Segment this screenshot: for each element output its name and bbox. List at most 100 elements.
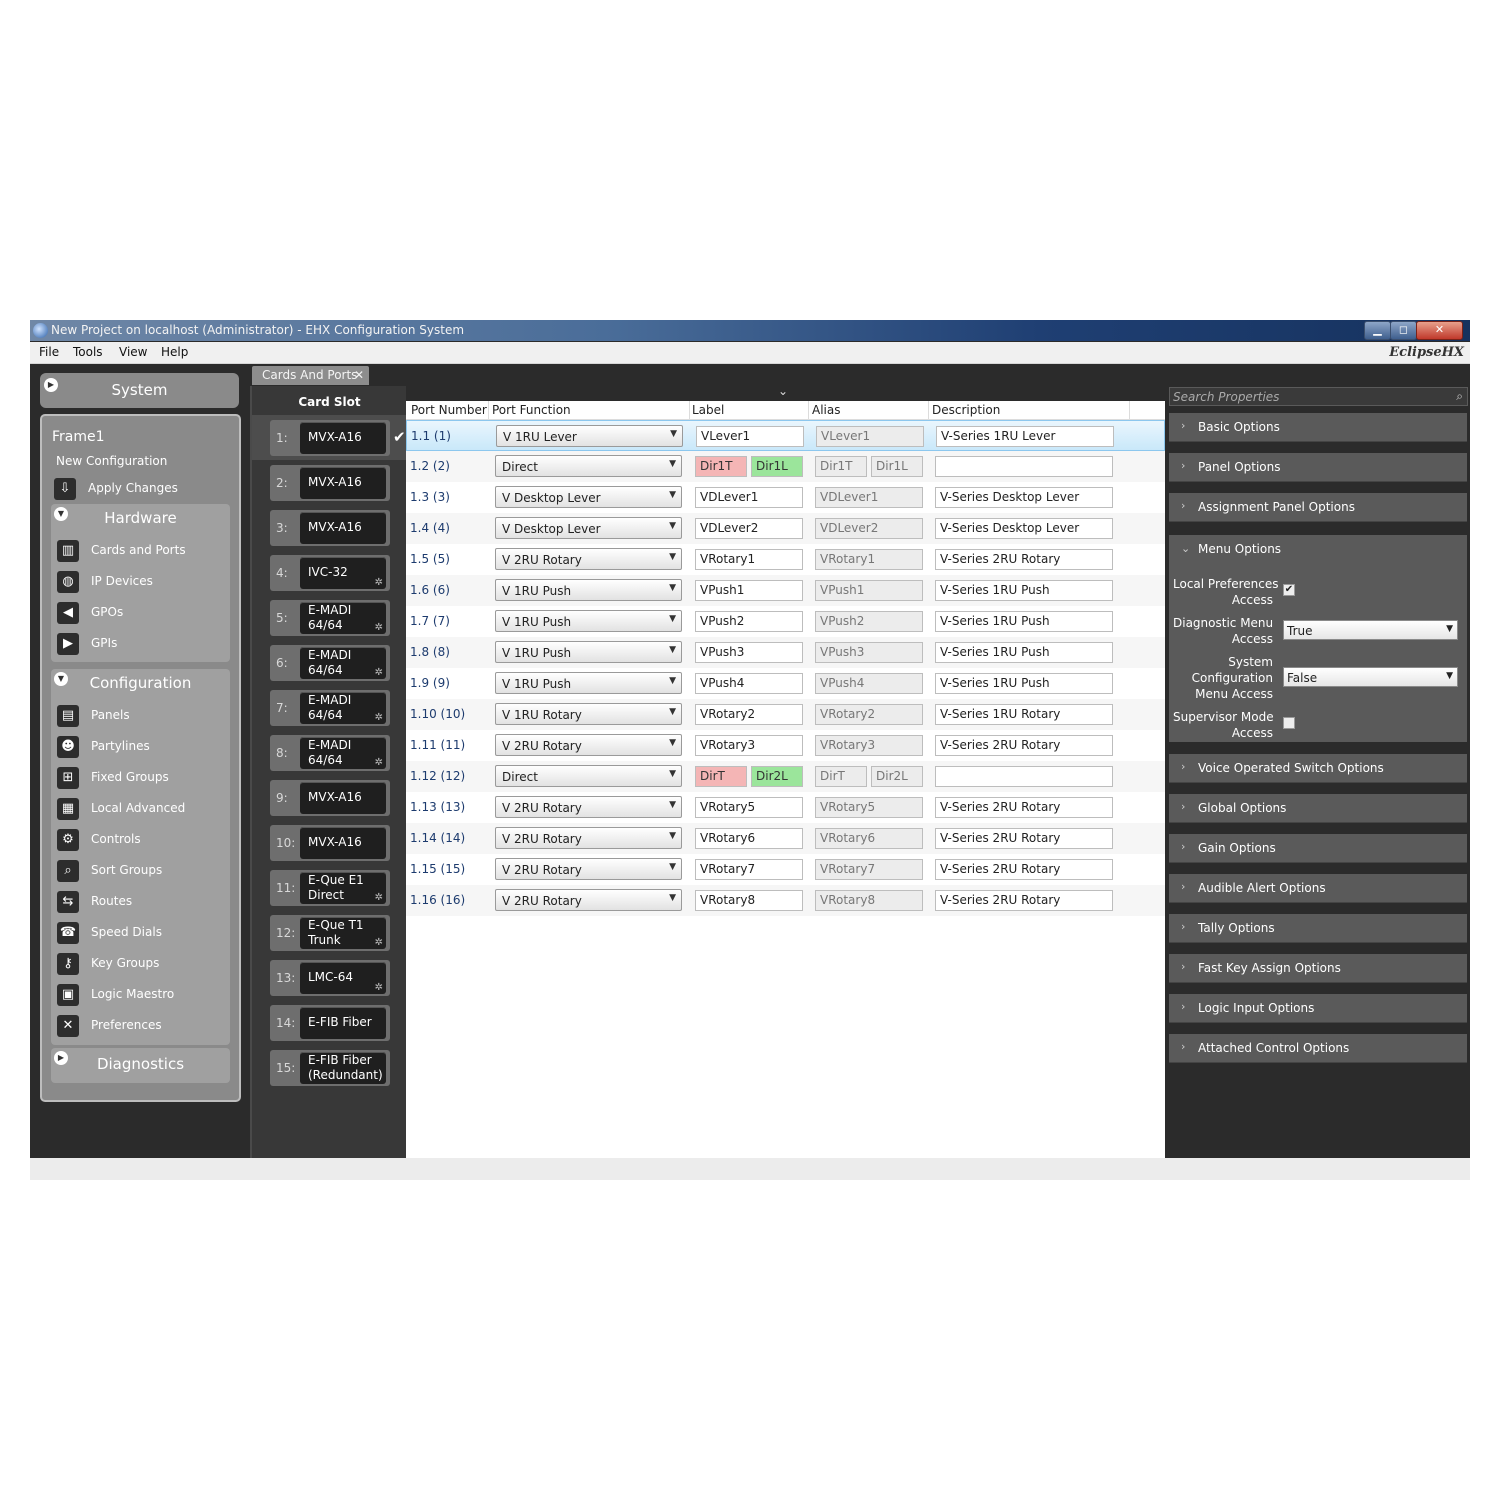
card-button[interactable]: MVX-A16	[300, 512, 386, 544]
apply-changes-button[interactable]: ⇩ Apply Changes	[54, 478, 234, 500]
description-field[interactable]: V-Series 2RU Rotary	[935, 549, 1113, 570]
table-row[interactable]: 1.15 (15) V 2RU Rotary ▼ VRotary7 VRotary7 V-…	[406, 854, 1165, 885]
card-button[interactable]: E-Que E1 Direct ✲	[300, 872, 386, 904]
label-field[interactable]: VPush2	[695, 611, 803, 632]
label-field[interactable]: VRotary8	[695, 890, 803, 911]
card-slot-3[interactable]: 3: MVX-A16	[270, 510, 390, 546]
card-button[interactable]: E-MADI 64/64 ✲	[300, 692, 386, 724]
supervisor-mode-checkbox[interactable]	[1283, 717, 1295, 729]
description-field[interactable]: V-Series 1RU Push	[935, 673, 1113, 694]
description-field[interactable]: V-Series 1RU Push	[935, 611, 1113, 632]
property-section[interactable]: › Voice Operated Switch Options	[1169, 754, 1467, 783]
property-section[interactable]: › Gain Options	[1169, 834, 1467, 863]
menu-help[interactable]: Help	[161, 345, 188, 359]
card-slot-6[interactable]: 6: E-MADI 64/64 ✲	[270, 645, 390, 681]
nav-item-ip-devices[interactable]: ◍ IP Devices	[57, 569, 227, 597]
gear-icon[interactable]: ✲	[375, 982, 383, 993]
label-field[interactable]: VDLever2	[695, 518, 803, 539]
table-row[interactable]: 1.12 (12) Direct ▼ DirT Dir2L DirT Dir2L	[406, 761, 1165, 792]
table-row[interactable]: 1.2 (2) Direct ▼ Dir1T Dir1L Dir1T Dir1L	[406, 451, 1165, 482]
card-slot-13[interactable]: 13: LMC-64 ✲	[270, 960, 390, 996]
label-field[interactable]: VRotary2	[695, 704, 803, 725]
gear-icon[interactable]: ✲	[375, 712, 383, 723]
description-field[interactable]: V-Series 1RU Lever	[936, 426, 1114, 447]
port-function-dropdown[interactable]: V 2RU Rotary ▼	[495, 796, 682, 818]
nav-item-partylines[interactable]: ☻ Partylines	[57, 734, 227, 762]
nav-item-speed-dials[interactable]: ☎ Speed Dials	[57, 920, 227, 948]
card-slot-10[interactable]: 10: MVX-A16	[270, 825, 390, 861]
card-button[interactable]: E-FIB Fiber	[300, 1007, 386, 1039]
label-field[interactable]: VLever1	[696, 426, 804, 447]
label-talk-field[interactable]: Dir1T	[695, 456, 747, 477]
col-alias[interactable]: Alias	[812, 403, 840, 417]
description-field[interactable]: V-Series 2RU Rotary	[935, 735, 1113, 756]
table-row[interactable]: 1.14 (14) V 2RU Rotary ▼ VRotary6 VRotary6 V-…	[406, 823, 1165, 854]
chevron-down-icon[interactable]: ⌄	[778, 384, 788, 398]
table-row[interactable]: 1.7 (7) V 1RU Push ▼ VPush2 VPush2 V-Series 1…	[406, 606, 1165, 637]
card-slot-14[interactable]: 14: E-FIB Fiber	[270, 1005, 390, 1041]
tab-cards-and-ports[interactable]: Cards And Ports ✕	[252, 366, 369, 385]
diagnostic-menu-dropdown[interactable]: True ▼	[1283, 620, 1458, 640]
menu-view[interactable]: View	[119, 345, 147, 359]
description-field[interactable]	[935, 766, 1113, 787]
port-function-dropdown[interactable]: V 2RU Rotary ▼	[495, 734, 682, 756]
property-section[interactable]: › Global Options	[1169, 794, 1467, 823]
nav-item-cards-and-ports[interactable]: ▥ Cards and Ports	[57, 538, 227, 566]
description-field[interactable]: V-Series 1RU Rotary	[935, 704, 1113, 725]
gear-icon[interactable]: ✲	[375, 622, 383, 633]
gear-icon[interactable]: ✲	[375, 577, 383, 588]
gear-icon[interactable]: ✲	[375, 892, 383, 903]
hardware-header[interactable]: ▼ Hardware	[51, 504, 230, 532]
nav-item-logic-maestro[interactable]: ▣ Logic Maestro	[57, 982, 227, 1010]
label-field[interactable]: VRotary6	[695, 828, 803, 849]
system-configuration-dropdown[interactable]: False ▼	[1283, 667, 1458, 687]
property-section[interactable]: › Attached Control Options	[1169, 1034, 1467, 1063]
card-button[interactable]: E-Que T1 Trunk ✲	[300, 917, 386, 949]
diagnostics-header[interactable]: ▶ Diagnostics	[51, 1048, 230, 1083]
section-title[interactable]: Menu Options	[1198, 542, 1281, 556]
nav-item-fixed-groups[interactable]: ⊞ Fixed Groups	[57, 765, 227, 793]
card-slot-4[interactable]: 4: IVC-32 ✲	[270, 555, 390, 591]
maximize-button[interactable]: ◻	[1390, 321, 1417, 340]
property-section[interactable]: › Logic Input Options	[1169, 994, 1467, 1023]
table-row[interactable]: 1.4 (4) V Desktop Lever ▼ VDLever2 VDLever2 V…	[406, 513, 1165, 544]
nav-item-panels[interactable]: ▤ Panels	[57, 703, 227, 731]
gear-icon[interactable]: ✲	[375, 757, 383, 768]
property-section[interactable]: › Basic Options	[1169, 413, 1467, 442]
card-slot-7[interactable]: 7: E-MADI 64/64 ✲	[270, 690, 390, 726]
card-button[interactable]: E-MADI 64/64 ✲	[300, 647, 386, 679]
nav-item-local-advanced[interactable]: ▦ Local Advanced	[57, 796, 227, 824]
nav-item-gpis[interactable]: ▶ GPIs	[57, 631, 227, 659]
label-field[interactable]: VRotary7	[695, 859, 803, 880]
table-row[interactable]: 1.6 (6) V 1RU Push ▼ VPush1 VPush1 V-Series 1…	[406, 575, 1165, 606]
port-function-dropdown[interactable]: V 1RU Lever ▼	[496, 425, 683, 447]
card-button[interactable]: MVX-A16	[300, 422, 386, 454]
card-button[interactable]: LMC-64 ✲	[300, 962, 386, 994]
system-header[interactable]: ▶ System	[40, 373, 239, 408]
table-row[interactable]: 1.9 (9) V 1RU Push ▼ VPush4 VPush4 V-Series 1…	[406, 668, 1165, 699]
port-function-dropdown[interactable]: V Desktop Lever ▼	[495, 517, 682, 539]
port-function-dropdown[interactable]: V 1RU Push ▼	[495, 672, 682, 694]
card-button[interactable]: MVX-A16	[300, 782, 386, 814]
configuration-header[interactable]: ▼ Configuration	[51, 669, 230, 697]
port-function-dropdown[interactable]: V Desktop Lever ▼	[495, 486, 682, 508]
menu-file[interactable]: File	[39, 345, 59, 359]
port-function-dropdown[interactable]: V 1RU Push ▼	[495, 610, 682, 632]
nav-item-key-groups[interactable]: ⚷ Key Groups	[57, 951, 227, 979]
label-field[interactable]: VPush1	[695, 580, 803, 601]
port-function-dropdown[interactable]: V 2RU Rotary ▼	[495, 858, 682, 880]
port-function-dropdown[interactable]: V 1RU Rotary ▼	[495, 703, 682, 725]
label-field[interactable]: VRotary1	[695, 549, 803, 570]
label-listen-field[interactable]: Dir1L	[751, 456, 803, 477]
description-field[interactable]: V-Series 2RU Rotary	[935, 859, 1113, 880]
property-section[interactable]: › Audible Alert Options	[1169, 874, 1467, 903]
menu-tools[interactable]: Tools	[73, 345, 103, 359]
description-field[interactable]: V-Series Desktop Lever	[935, 487, 1113, 508]
card-slot-8[interactable]: 8: E-MADI 64/64 ✲	[270, 735, 390, 771]
description-field[interactable]: V-Series 2RU Rotary	[935, 828, 1113, 849]
label-field[interactable]: VRotary3	[695, 735, 803, 756]
label-field[interactable]: VPush3	[695, 642, 803, 663]
card-button[interactable]: MVX-A16	[300, 827, 386, 859]
port-function-dropdown[interactable]: V 2RU Rotary ▼	[495, 889, 682, 911]
card-slot-15[interactable]: 15: E-FIB Fiber (Redundant)	[270, 1050, 390, 1086]
